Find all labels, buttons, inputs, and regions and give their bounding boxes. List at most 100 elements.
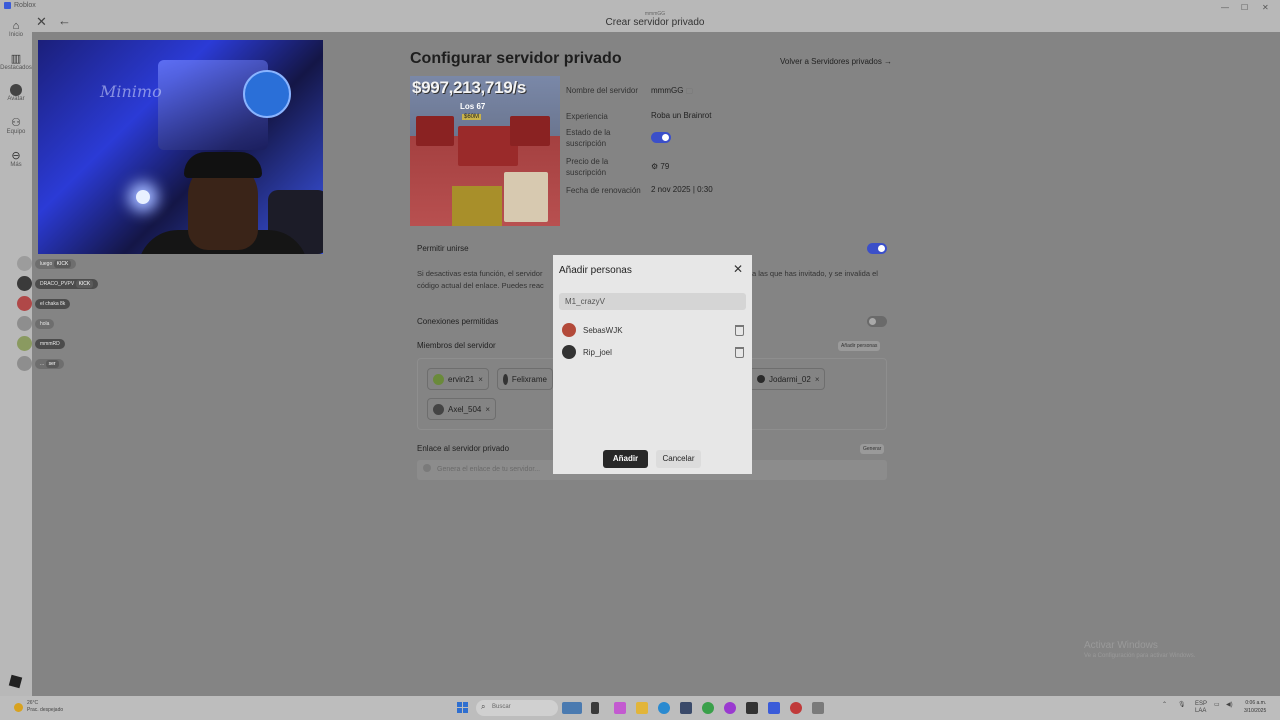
subscription-status-toggle[interactable] [651,132,671,143]
sidebar-item-team[interactable]: ⚇ Equipo [0,117,32,135]
chat-avatar [17,256,32,271]
add-people-button[interactable]: Añadir personas [838,341,881,351]
trash-icon[interactable] [735,346,744,358]
watermark-title: Activar Windows [1084,640,1158,651]
webcam-person-hair [184,152,262,178]
avatar-icon [10,84,22,96]
avatar [562,323,576,337]
copilot-icon[interactable] [614,702,626,714]
chat-user: DRACO_PVPV KICK [35,278,99,289]
store-icon[interactable] [680,702,692,714]
renewal-value: 2 nov 2025 | 0:30 [651,185,713,194]
minimize-button[interactable]: — [1221,3,1229,12]
close-icon[interactable]: ✕ [36,14,47,30]
renewal-label: Fecha de renovación [566,186,641,195]
app-icon[interactable] [812,702,824,714]
maximize-button[interactable]: ☐ [1241,3,1248,12]
edge-icon[interactable] [658,702,670,714]
server-name-value: mmmGG ▢ [651,86,694,95]
members-label: Miembros del servidor [417,341,496,350]
connections-toggle[interactable] [867,316,887,327]
avatar [503,373,508,385]
webcam-overlay: Minimo [38,40,323,254]
server-name-label: Nombre del servidor [566,86,639,95]
add-button[interactable]: Añadir [603,450,648,468]
cancel-button[interactable]: Cancelar [656,450,701,468]
search-people-input[interactable] [559,293,746,310]
clock[interactable]: 0:06 a.m. 3/10/2025 [1244,699,1266,715]
avatar [562,345,576,359]
avatar [433,373,444,385]
window-titlebar: Roblox ✕ ← mmmGG Crear servidor privado … [0,0,1280,32]
home-icon: ⌂ [12,20,20,32]
file-explorer-icon[interactable] [636,702,648,714]
sidebar-item-label: Más [10,162,22,168]
chat-message: luego KICK [17,256,77,271]
roblox-logo-icon [4,2,11,9]
back-arrow-icon[interactable]: ← [58,13,71,28]
sidebar-item-more[interactable]: ⊖ Más [0,150,32,168]
chat-message: mmmRD [17,336,65,351]
roblox-taskbar-icon[interactable] [768,702,780,714]
remove-icon[interactable]: × [478,375,483,384]
task-view-icon[interactable] [591,702,599,714]
widgets-icon[interactable] [562,702,582,714]
connections-label: Conexiones permitidas [417,317,499,326]
back-to-private-servers-link[interactable]: Volver a Servidores privados → [780,57,892,66]
kick-badge: KICK [75,279,94,288]
sidebar-item-home[interactable]: ⌂ Inicio [0,20,32,38]
allow-join-desc-left: Si desactivas esta función, el servidor [417,269,543,278]
window-close-button[interactable]: ✕ [1262,3,1269,12]
network-icon[interactable]: ▭ [1214,701,1220,708]
experience-thumbnail: $997,213,719/s Los 67 $60M [410,76,560,226]
remove-icon[interactable]: × [815,375,820,384]
member-name: Felixrame [511,374,547,384]
roblox-mark-icon[interactable] [8,674,23,689]
link-icon [423,464,431,472]
chat-avatar [17,356,32,371]
window-header: mmmGG Crear servidor privado [560,11,750,28]
robux-icon: ⚙ [651,162,659,171]
avatar [757,375,765,383]
allow-join-label: Permitir unirse [417,244,469,253]
close-icon[interactable]: ✕ [733,262,743,276]
chevron-up-icon[interactable]: ⌃ [1162,701,1167,708]
list-item: Rip_joel [562,344,744,360]
private-link-placeholder: Genera el enlace de tu servidor... [437,466,541,473]
app-title: Roblox [4,2,36,9]
taskbar: 26°C Prac. despejado Buscar ⌃ 🎙 ESPLAA ▭… [0,696,1280,720]
chat-user: luego KICK [35,258,77,269]
modal-title: Añadir personas [559,265,632,276]
whatsapp-icon[interactable] [702,702,714,714]
app-icon[interactable] [724,702,736,714]
trash-icon[interactable] [735,324,744,336]
clock-time: 0:06 a.m. [1245,700,1267,706]
user-name: Rip_joel [583,347,612,357]
member-chip: Axel_504 × [427,398,497,420]
windows-start-icon[interactable] [457,702,468,713]
generate-link-button[interactable]: Generar [860,444,885,454]
weather-widget[interactable]: 26°C Prac. despejado [14,700,63,714]
language-indicator[interactable]: ESP LAA [1195,701,1207,715]
avatar [433,403,444,415]
chat-avatar [17,316,32,331]
sidebar-item-featured[interactable]: ▥ Destacados [0,53,32,71]
taskbar-search[interactable]: Buscar [476,700,558,716]
copy-icon[interactable]: ▢ [686,86,694,95]
remove-icon[interactable]: × [485,405,490,414]
allow-join-toggle[interactable] [867,243,887,254]
member-chip: Felixrame [497,368,553,390]
app-name: Roblox [14,2,36,9]
private-link-label: Enlace al servidor privado [417,444,510,453]
user-name: SebasWJK [583,325,623,335]
volume-icon[interactable]: ◀) [1226,701,1233,708]
chat-user: hola [35,318,55,329]
chat-message: DRACO_PVPV KICK [17,276,99,291]
member-name: Axel_504 [448,404,482,414]
obs-icon[interactable] [790,702,802,714]
sidebar-item-avatar[interactable]: Avatar [0,84,32,102]
mic-icon[interactable]: 🎙 [1178,701,1186,708]
chat-message: el chaka 8k [17,296,71,311]
thumb-character [504,172,548,222]
app-icon[interactable] [746,702,758,714]
